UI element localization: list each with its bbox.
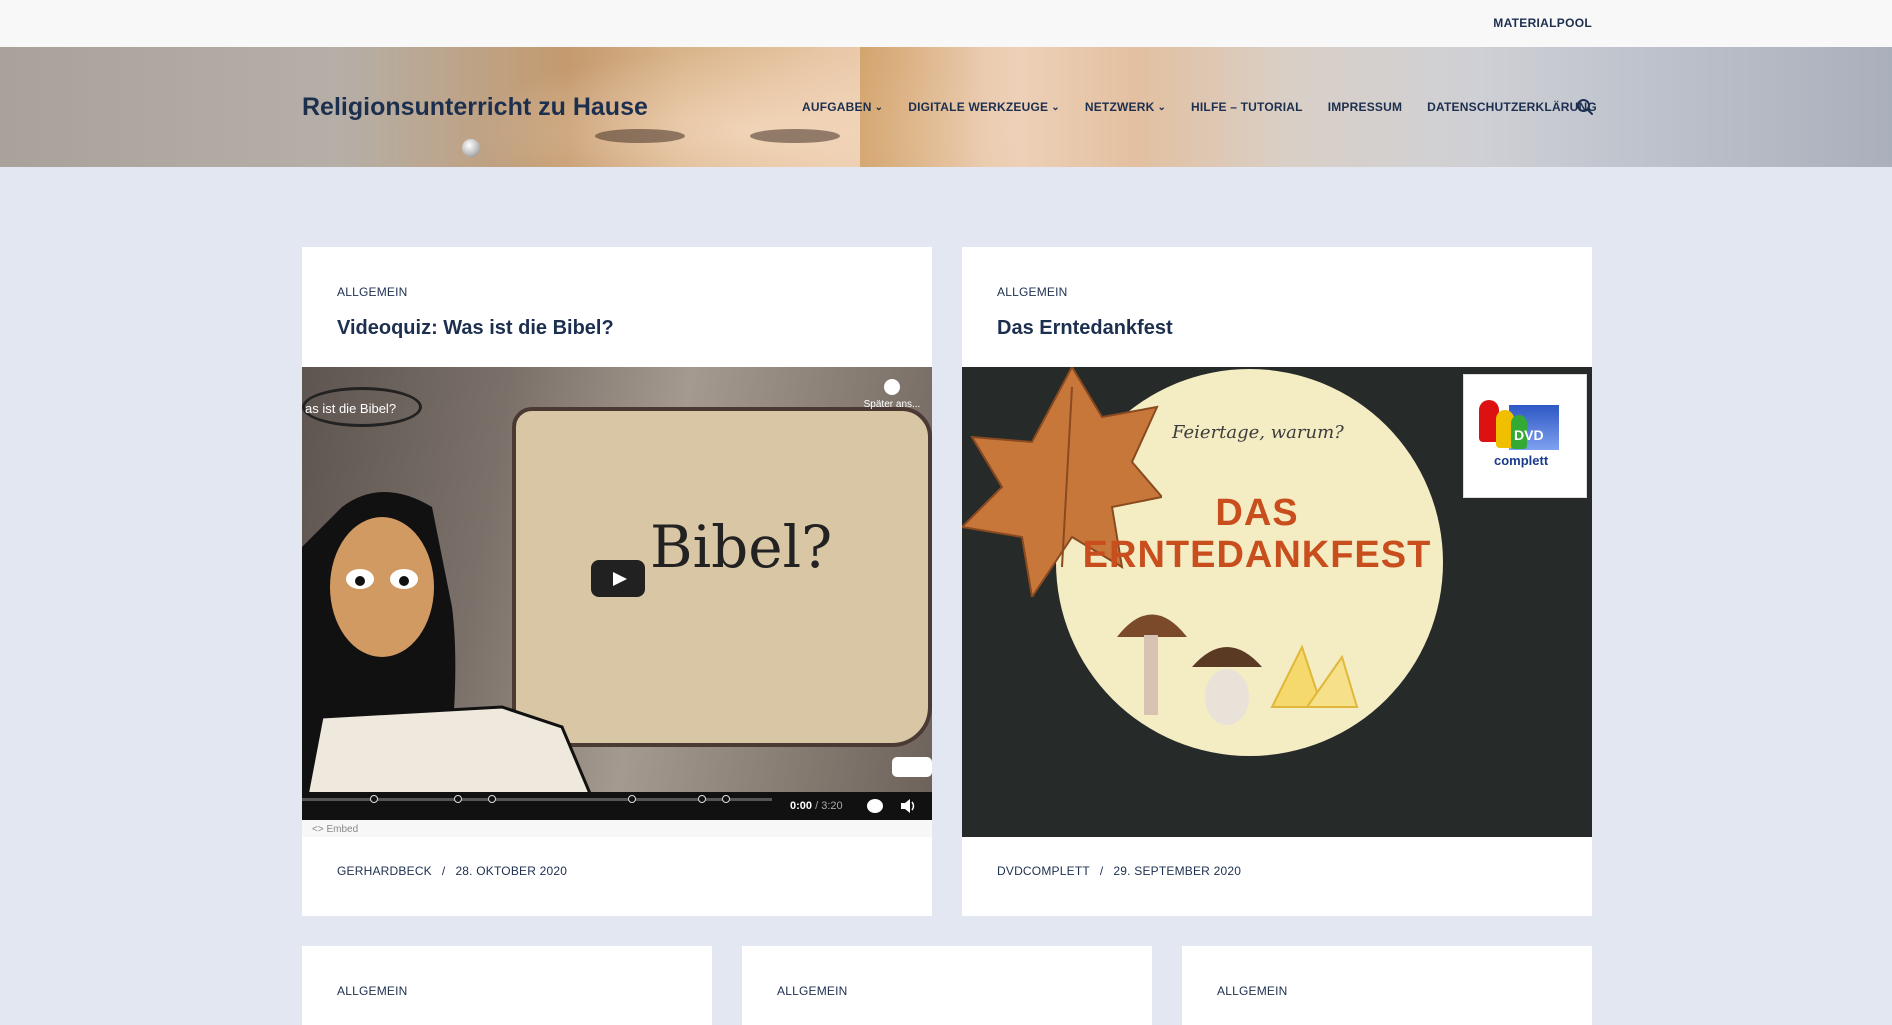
post-meta: GERHARDBECK / 28. OKTOBER 2020 — [337, 864, 567, 878]
post-category[interactable]: ALLGEMEIN — [337, 285, 408, 299]
video-overlay-title: as ist die Bibel? — [305, 401, 397, 416]
chapter-marker[interactable] — [698, 795, 706, 803]
chapter-marker[interactable] — [722, 795, 730, 803]
post-card: ALLGEMEIN — [1182, 946, 1592, 1025]
post-card-videoquiz: ALLGEMEIN Videoquiz: Was ist die Bibel? … — [302, 247, 932, 916]
video-control-bar: 0:00 / 3:20 — [302, 792, 932, 820]
post-author[interactable]: DVDCOMPLETT — [997, 864, 1090, 878]
post-title[interactable]: Das Erntedankfest — [997, 317, 1173, 340]
palette-icon[interactable] — [867, 799, 883, 813]
post-date[interactable]: 28. OKTOBER 2020 — [455, 864, 567, 878]
pineapple-slice-image — [1270, 644, 1359, 708]
dvd-complett-logo: DVD complett — [1463, 374, 1587, 498]
chapter-marker[interactable] — [488, 795, 496, 803]
volume-icon[interactable] — [900, 799, 916, 813]
post-card: ALLGEMEIN — [742, 946, 1152, 1025]
nav-item-label: IMPRESSUM — [1327, 100, 1403, 114]
chevron-down-icon: ⌄ — [1157, 101, 1167, 113]
video-time-current: 0:00 — [790, 800, 813, 812]
nav-item-digitale-werkzeuge[interactable]: DIGITALE WERKZEUGE ⌄ — [908, 100, 1060, 114]
video-progress-bar[interactable] — [302, 795, 772, 803]
post-author[interactable]: GERHARDBECK — [337, 864, 432, 878]
erntedankfest-image[interactable]: Feiertage, warum? DAS ERNTEDANKFEST DVD … — [962, 367, 1592, 837]
nav-item-aufgaben[interactable]: AUFGABEN ⌄ — [802, 100, 883, 114]
image-headline-line1: DAS — [1215, 492, 1299, 534]
nav-item-label: HILFE – TUTORIAL — [1191, 100, 1303, 114]
nav-item-label: DIGITALE WERKZEUGE — [908, 100, 1049, 114]
chapter-marker[interactable] — [628, 795, 636, 803]
mushroom-image — [1192, 647, 1262, 725]
post-featured-image[interactable]: Feiertage, warum? DAS ERNTEDANKFEST DVD … — [962, 367, 1592, 837]
logo-text-complett: complett — [1494, 453, 1549, 468]
nav-item-label: AUFGABEN — [802, 100, 872, 114]
watch-later-label: Später ans... — [863, 399, 921, 410]
materialpool-link[interactable]: MATERIALPOOL — [1493, 16, 1592, 30]
post-title[interactable]: Videoquiz: Was ist die Bibel? — [337, 317, 614, 340]
post-date[interactable]: 29. SEPTEMBER 2020 — [1113, 864, 1241, 878]
clock-icon — [884, 379, 900, 395]
chevron-down-icon: ⌄ — [874, 101, 884, 113]
post-card-erntedankfest: ALLGEMEIN Das Erntedankfest Feiertage, w… — [962, 247, 1592, 916]
mushroom-image — [1117, 614, 1187, 715]
video-title-bubble: as ist die Bibel? — [302, 387, 422, 427]
logo-text-dvd: DVD — [1514, 427, 1544, 443]
nav-item-hilfe-tutorial[interactable]: HILFE – TUTORIAL — [1191, 100, 1303, 114]
nav-item-impressum[interactable]: IMPRESSUM — [1328, 100, 1402, 114]
post-card: ALLGEMEIN — [302, 946, 712, 1025]
image-headline-line2: ERNTEDANKFEST — [1082, 534, 1432, 576]
video-scroll-text: Bibel? — [650, 513, 833, 581]
post-category[interactable]: ALLGEMEIN — [777, 984, 848, 998]
video-thumbnail[interactable]: Bibel? as ist die Bibel? Später ans... — [302, 367, 932, 822]
chapter-marker[interactable] — [370, 795, 378, 803]
image-headline: DAS ERNTEDANKFEST — [1082, 492, 1432, 576]
main-navigation: AUFGABEN ⌄ DIGITALE WERKZEUGE ⌄ NETZWERK… — [802, 100, 1622, 114]
nav-item-label: DATENSCHUTZERKLÄRUNG — [1427, 100, 1597, 114]
post-category[interactable]: ALLGEMEIN — [997, 285, 1068, 299]
nav-item-label: NETZWERK — [1084, 100, 1155, 114]
chapter-marker[interactable] — [454, 795, 462, 803]
post-category[interactable]: ALLGEMEIN — [1217, 984, 1288, 998]
cartoon-figure-image — [302, 492, 602, 822]
nav-item-datenschutz[interactable]: DATENSCHUTZERKLÄRUNG — [1427, 100, 1597, 114]
search-icon[interactable] — [1576, 98, 1594, 116]
video-time: 0:00 / 3:20 — [790, 800, 843, 812]
meta-separator: / — [441, 864, 446, 878]
image-subtitle: Feiertage, warum? — [1172, 422, 1344, 443]
nav-item-netzwerk[interactable]: NETZWERK ⌄ — [1085, 100, 1166, 114]
top-utility-bar: MATERIALPOOL — [0, 0, 1892, 47]
watch-later-button[interactable]: Später ans... — [857, 379, 927, 410]
video-time-total: / 3:20 — [812, 800, 843, 812]
post-meta: DVDCOMPLETT / 29. SEPTEMBER 2020 — [997, 864, 1241, 878]
site-header: Religionsunterricht zu Hause AUFGABEN ⌄ … — [0, 47, 1892, 167]
youtube-logo-icon[interactable] — [892, 757, 932, 777]
embed-link[interactable]: <> Embed — [302, 820, 932, 837]
video-embed[interactable]: Bibel? as ist die Bibel? Später ans... 0… — [302, 367, 932, 837]
site-title[interactable]: Religionsunterricht zu Hause — [302, 93, 648, 122]
chevron-down-icon: ⌄ — [1051, 101, 1060, 113]
meta-separator: / — [1099, 864, 1104, 878]
post-category[interactable]: ALLGEMEIN — [337, 984, 408, 998]
play-button[interactable] — [591, 560, 645, 597]
